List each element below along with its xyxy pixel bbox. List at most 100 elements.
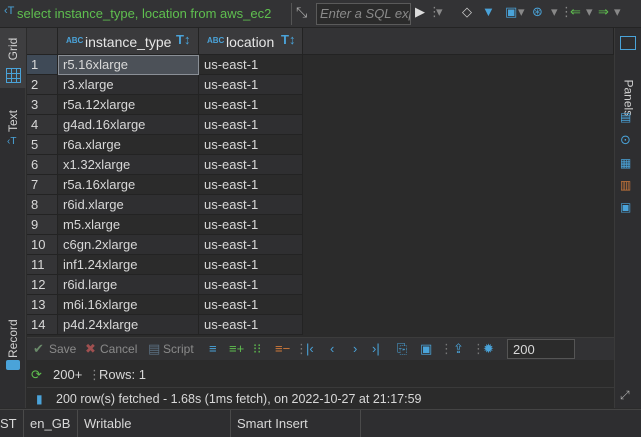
refresh-icon[interactable]: ⟳ <box>31 367 42 383</box>
tab-record[interactable]: Record <box>0 319 26 370</box>
link-icon[interactable]: ⊛ <box>532 4 543 20</box>
previous-page-icon[interactable]: ‹ <box>330 341 334 356</box>
cell-instance-type[interactable]: c6gn.2xlarge <box>58 235 199 255</box>
arrow-left-icon[interactable]: ⇐ <box>570 4 581 20</box>
copy-row-icon[interactable]: ⁝⁝ <box>253 341 261 357</box>
cell-instance-type[interactable]: g4ad.16xlarge <box>58 115 199 135</box>
upload-icon[interactable]: ⇪ <box>453 341 464 357</box>
cell-instance-type[interactable]: r6a.xlarge <box>58 135 199 155</box>
cell-instance-type[interactable]: m6i.16xlarge <box>58 295 199 315</box>
row-number[interactable]: 5 <box>27 135 58 155</box>
table-row[interactable]: 1 r5.16xlarge us-east-1 <box>27 55 614 75</box>
apply-filter-icon[interactable]: ▶ <box>415 4 425 20</box>
locale-indicator[interactable]: en_GB <box>24 410 78 437</box>
cell-instance-type[interactable]: p4d.24xlarge <box>58 315 199 335</box>
row-number[interactable]: 8 <box>27 195 58 215</box>
maximize-icon[interactable]: ⤢ <box>620 388 636 402</box>
row-number[interactable]: 1 <box>27 55 58 75</box>
cell-instance-type[interactable]: r3.xlarge <box>58 75 199 95</box>
cell-location[interactable]: us-east-1 <box>199 135 303 155</box>
row-number[interactable]: 11 <box>27 255 58 275</box>
insert-mode-indicator[interactable]: Smart Insert <box>231 410 361 437</box>
row-number[interactable]: 10 <box>27 235 58 255</box>
chevron-down-icon[interactable]: ▾ <box>436 4 443 20</box>
table-row[interactable]: 12 r6id.large us-east-1 <box>27 275 614 295</box>
table-row[interactable]: 10 c6gn.2xlarge us-east-1 <box>27 235 614 255</box>
table-row[interactable]: 6 x1.32xlarge us-east-1 <box>27 155 614 175</box>
cell-instance-type[interactable]: r5.16xlarge <box>58 55 199 75</box>
filter-sql-input[interactable]: Enter a SQL expression to filter results <box>316 3 411 25</box>
table-row[interactable]: 14 p4d.24xlarge us-east-1 <box>27 315 614 335</box>
row-number[interactable]: 4 <box>27 115 58 135</box>
sort-filter-icon[interactable]: T↕ <box>176 32 190 47</box>
cell-location[interactable]: us-east-1 <box>199 295 303 315</box>
cell-location[interactable]: us-east-1 <box>199 235 303 255</box>
cell-location[interactable]: us-east-1 <box>199 275 303 295</box>
row-number[interactable]: 7 <box>27 175 58 195</box>
table-row[interactable]: 4 g4ad.16xlarge us-east-1 <box>27 115 614 135</box>
tab-grid[interactable]: Grid <box>0 28 26 88</box>
table-row[interactable]: 9 m5.xlarge us-east-1 <box>27 215 614 235</box>
cell-location[interactable]: us-east-1 <box>199 175 303 195</box>
chevron-down-icon[interactable]: ▾ <box>518 4 525 20</box>
chevron-down-icon[interactable]: ▾ <box>551 4 558 20</box>
save-button[interactable]: Save <box>49 342 76 356</box>
query-text[interactable]: select instance_type, location from aws_… <box>17 6 287 21</box>
cell-instance-type[interactable]: r6id.xlarge <box>58 195 199 215</box>
chevron-down-icon[interactable]: ▾ <box>614 4 621 20</box>
row-number[interactable]: 14 <box>27 315 58 335</box>
row-number[interactable]: 12 <box>27 275 58 295</box>
export-icon[interactable]: ⎘ <box>397 341 407 357</box>
cell-location[interactable]: us-east-1 <box>199 195 303 215</box>
table-row[interactable]: 3 r5a.12xlarge us-east-1 <box>27 95 614 115</box>
expand-icon[interactable]: ⤡ <box>296 4 307 21</box>
edit-row-icon[interactable]: ≡ <box>209 341 217 356</box>
eraser-icon[interactable]: ◇ <box>462 4 472 20</box>
panels-icon[interactable] <box>620 36 636 50</box>
cell-instance-type[interactable]: x1.32xlarge <box>58 155 199 175</box>
funnel-icon[interactable]: ▼ <box>482 4 495 19</box>
cell-location[interactable]: us-east-1 <box>199 115 303 135</box>
tab-panels[interactable]: Panels <box>615 80 641 117</box>
table-row[interactable]: 2 r3.xlarge us-east-1 <box>27 75 614 95</box>
row-number[interactable]: 3 <box>27 95 58 115</box>
tab-text[interactable]: Text ‹T <box>0 100 26 150</box>
sort-filter-icon[interactable]: T↕ <box>281 32 295 47</box>
cell-location[interactable]: us-east-1 <box>199 95 303 115</box>
table-row[interactable]: 8 r6id.xlarge us-east-1 <box>27 195 614 215</box>
script-button[interactable]: Script <box>163 342 194 356</box>
table-row[interactable]: 13 m6i.16xlarge us-east-1 <box>27 295 614 315</box>
cell-location[interactable]: us-east-1 <box>199 215 303 235</box>
column-header-instance-type[interactable]: ABC instance_type T↕ <box>58 28 199 55</box>
table-row[interactable]: 11 inf1.24xlarge us-east-1 <box>27 255 614 275</box>
metadata-icon[interactable]: ▥ <box>620 178 636 192</box>
cell-location[interactable]: us-east-1 <box>199 255 303 275</box>
cell-location[interactable]: us-east-1 <box>199 155 303 175</box>
table-row[interactable]: 5 r6a.xlarge us-east-1 <box>27 135 614 155</box>
cell-instance-type[interactable]: inf1.24xlarge <box>58 255 199 275</box>
cell-location[interactable]: us-east-1 <box>199 315 303 335</box>
cell-instance-type[interactable]: r5a.16xlarge <box>58 175 199 195</box>
cell-location[interactable]: us-east-1 <box>199 75 303 95</box>
column-header-location[interactable]: ABC location T↕ <box>199 28 303 55</box>
cell-instance-type[interactable]: r6id.large <box>58 275 199 295</box>
cell-location[interactable]: us-east-1 <box>199 55 303 75</box>
fetch-size-input[interactable]: 200 <box>507 339 575 359</box>
value-viewer-icon[interactable]: ▤ <box>620 110 636 124</box>
chevron-down-icon[interactable]: ▾ <box>586 4 593 20</box>
grid-panel-icon[interactable]: ▦ <box>620 156 636 170</box>
calc-icon[interactable]: ⊙ <box>620 132 636 147</box>
next-page-icon[interactable]: › <box>353 341 357 356</box>
row-number[interactable]: 9 <box>27 215 58 235</box>
delete-row-icon[interactable]: ≡− <box>275 341 290 356</box>
filter-settings-icon[interactable]: ▣ <box>505 4 517 20</box>
add-row-icon[interactable]: ≡+ <box>229 341 244 356</box>
row-number[interactable]: 2 <box>27 75 58 95</box>
first-page-icon[interactable]: |‹ <box>306 341 314 356</box>
references-icon[interactable]: ▣ <box>620 200 636 214</box>
cell-instance-type[interactable]: r5a.12xlarge <box>58 95 199 115</box>
fit-icon[interactable]: ▣ <box>420 341 432 357</box>
table-row[interactable]: 7 r5a.16xlarge us-east-1 <box>27 175 614 195</box>
row-number[interactable]: 13 <box>27 295 58 315</box>
cancel-button[interactable]: Cancel <box>100 342 137 356</box>
